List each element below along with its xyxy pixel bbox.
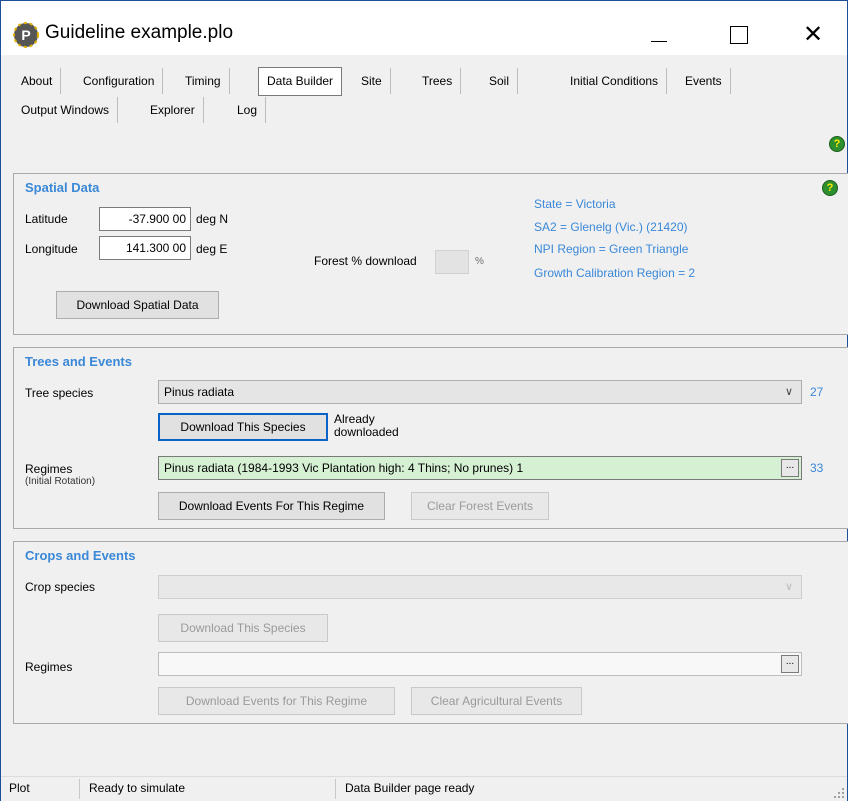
tree-regime-count: 33 bbox=[810, 461, 824, 475]
tab-about[interactable]: About bbox=[13, 68, 62, 94]
crop-species-label: Crop species bbox=[25, 580, 96, 594]
already-downloaded-line-2: downloaded bbox=[334, 425, 399, 439]
longitude-label: Longitude bbox=[25, 242, 78, 256]
tab-strip-row-1: About Configuration Timing Data Builder … bbox=[13, 67, 843, 96]
status-plot: Plot bbox=[9, 781, 30, 795]
spatial-help-icon[interactable]: ? bbox=[822, 180, 838, 196]
tree-species-label: Tree species bbox=[25, 386, 94, 400]
latitude-field[interactable]: -37.900 00 bbox=[99, 207, 191, 231]
tab-site[interactable]: Site bbox=[353, 68, 391, 94]
already-downloaded-label: Already downloaded bbox=[334, 413, 399, 439]
download-forest-events-button[interactable]: Download Events For This Regime bbox=[158, 492, 385, 520]
tab-soil[interactable]: Soil bbox=[481, 68, 519, 94]
state-info: State = Victoria bbox=[534, 197, 616, 211]
close-icon: ✕ bbox=[802, 21, 824, 48]
spatial-data-panel: Spatial Data ? Latitude -37.900 00 deg N… bbox=[13, 173, 848, 335]
clear-agricultural-events-button[interactable]: Clear Agricultural Events bbox=[411, 687, 582, 715]
chevron-down-icon: ∨ bbox=[784, 386, 793, 398]
latitude-unit: deg N bbox=[196, 212, 229, 226]
tree-species-dropdown[interactable]: Pinus radiata ∨ bbox=[158, 380, 802, 404]
browse-regime-button[interactable]: ... bbox=[781, 459, 799, 477]
tab-output-windows[interactable]: Output Windows bbox=[13, 97, 119, 123]
tree-regime-value: Pinus radiata (1984-1993 Vic Plantation … bbox=[164, 461, 524, 475]
chevron-down-icon: ∨ bbox=[784, 581, 793, 593]
crops-events-title: Crops and Events bbox=[25, 548, 136, 563]
trees-events-panel: Trees and Events Tree species Pinus radi… bbox=[13, 347, 848, 529]
minimize-icon bbox=[651, 41, 667, 42]
spatial-data-title: Spatial Data bbox=[25, 180, 100, 195]
status-bar: Plot Ready to simulate Data Builder page… bbox=[1, 776, 847, 801]
tab-data-builder[interactable]: Data Builder bbox=[258, 67, 343, 96]
clear-forest-events-button[interactable]: Clear Forest Events bbox=[411, 492, 549, 520]
tab-explorer[interactable]: Explorer bbox=[142, 97, 204, 123]
regimes-sublabel: (Initial Rotation) bbox=[25, 476, 96, 487]
tab-configuration[interactable]: Configuration bbox=[75, 68, 164, 94]
status-divider bbox=[335, 779, 336, 799]
latitude-label: Latitude bbox=[25, 212, 68, 226]
app-window: P Guideline example.plo ✕ About Configur… bbox=[0, 0, 848, 801]
app-logo-letter: P bbox=[21, 27, 30, 43]
minimize-button[interactable] bbox=[639, 21, 679, 49]
tab-trees[interactable]: Trees bbox=[414, 68, 462, 94]
tree-species-value: Pinus radiata bbox=[164, 385, 235, 399]
status-page: Data Builder page ready bbox=[345, 781, 475, 795]
crop-regimes-label: Regimes bbox=[25, 660, 73, 674]
window-title: Guideline example.plo bbox=[45, 22, 234, 43]
tab-timing[interactable]: Timing bbox=[177, 68, 230, 94]
browse-crop-regime-button[interactable]: ... bbox=[781, 655, 799, 673]
sa2-info: SA2 = Glenelg (Vic.) (21420) bbox=[534, 220, 688, 234]
maximize-button[interactable] bbox=[719, 21, 759, 49]
download-crop-events-button[interactable]: Download Events for This Regime bbox=[158, 687, 395, 715]
longitude-field[interactable]: 141.300 00 bbox=[99, 236, 191, 260]
close-button[interactable]: ✕ bbox=[793, 21, 833, 49]
forest-percent-unit: % bbox=[475, 256, 484, 267]
status-divider bbox=[79, 779, 80, 799]
download-tree-species-button[interactable]: Download This Species bbox=[158, 413, 328, 441]
growth-region-info: Growth Calibration Region = 2 bbox=[534, 266, 696, 280]
crops-events-panel: Crops and Events Crop species ∨ Download… bbox=[13, 541, 848, 724]
tab-initial-conditions[interactable]: Initial Conditions bbox=[562, 68, 668, 94]
maximize-icon bbox=[730, 26, 748, 44]
tab-strip-row-2: Output Windows Explorer Log bbox=[13, 97, 843, 125]
longitude-unit: deg E bbox=[196, 242, 228, 256]
download-crop-species-button[interactable]: Download This Species bbox=[158, 614, 328, 642]
trees-events-title: Trees and Events bbox=[25, 354, 132, 369]
forest-percent-field[interactable] bbox=[435, 250, 469, 274]
resize-grip-icon[interactable] bbox=[833, 787, 845, 799]
app-logo-icon: P bbox=[13, 22, 39, 48]
crop-regime-field[interactable]: ... bbox=[158, 652, 802, 676]
tab-log[interactable]: Log bbox=[229, 97, 267, 123]
status-ready: Ready to simulate bbox=[89, 781, 186, 795]
tree-species-count: 27 bbox=[810, 385, 824, 399]
download-spatial-data-button[interactable]: Download Spatial Data bbox=[56, 291, 219, 319]
forest-download-label: Forest % download bbox=[314, 254, 417, 268]
npi-region-info: NPI Region = Green Triangle bbox=[534, 242, 689, 256]
regimes-label: Regimes bbox=[25, 462, 73, 476]
tree-regime-field[interactable]: Pinus radiata (1984-1993 Vic Plantation … bbox=[158, 456, 802, 480]
help-icon[interactable]: ? bbox=[829, 136, 845, 152]
crop-species-dropdown[interactable]: ∨ bbox=[158, 575, 802, 599]
title-bar[interactable]: P Guideline example.plo ✕ bbox=[1, 1, 847, 55]
tab-events[interactable]: Events bbox=[677, 68, 731, 94]
